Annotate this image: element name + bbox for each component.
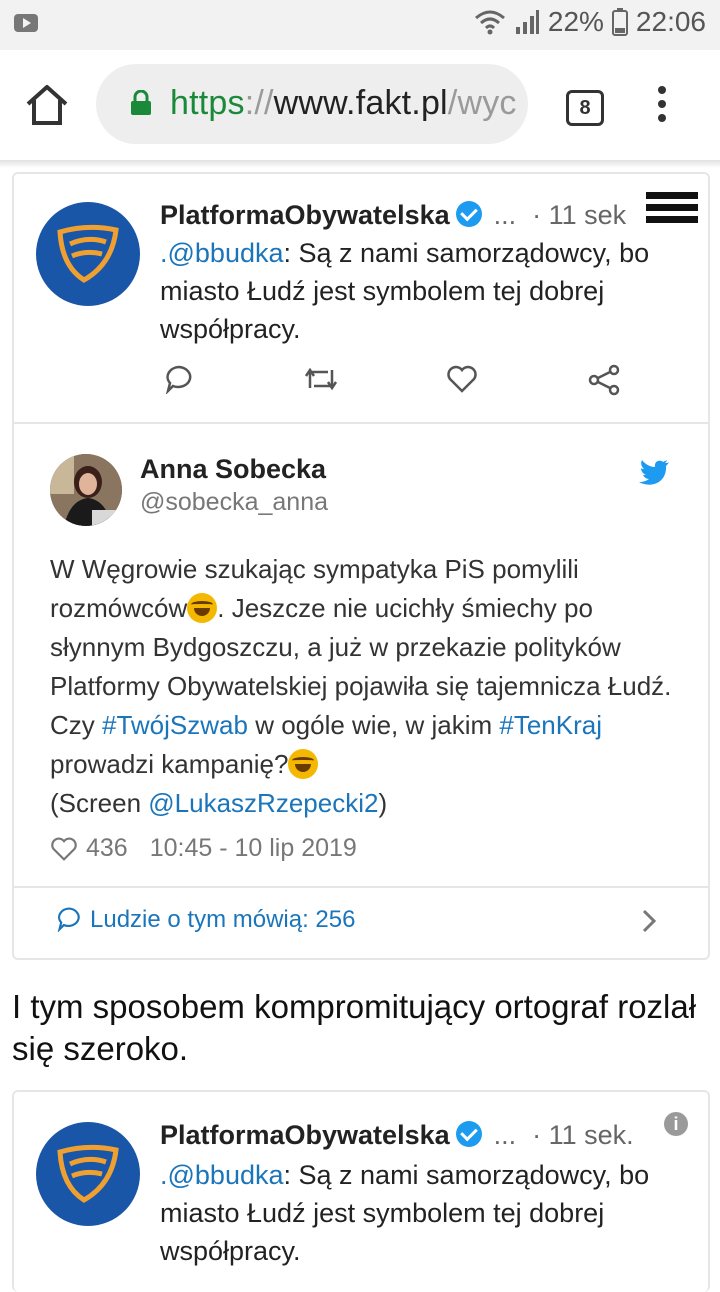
tweet-header: PlatformaObywatelska... · 11 sek. bbox=[160, 1120, 634, 1151]
share-icon[interactable] bbox=[588, 364, 620, 396]
platforma-avatar[interactable] bbox=[36, 202, 140, 306]
info-icon[interactable]: i bbox=[664, 1112, 688, 1136]
article-paragraph: I tym sposobem kompromitujący ortograf r… bbox=[12, 988, 697, 1067]
status-bar: 22% 22:06 bbox=[0, 0, 720, 50]
retweet-icon[interactable] bbox=[304, 364, 338, 394]
author-name[interactable]: PlatformaObywatelska bbox=[160, 1120, 450, 1150]
platforma-logo-icon bbox=[57, 224, 119, 283]
tab-switcher-button[interactable]: 8 bbox=[566, 90, 604, 126]
ellipsis: ... bbox=[493, 200, 517, 230]
tweet-text: .@bbudka: Są z nami samorządowcy, bo mia… bbox=[160, 238, 650, 344]
hashtag-link[interactable]: #TwójSzwab bbox=[102, 710, 248, 740]
home-icon[interactable] bbox=[24, 84, 70, 126]
tweet-header: PlatformaObywatelska... · 11 sek bbox=[160, 200, 626, 231]
url-text: https://www.fakt.pl/wyc bbox=[170, 84, 517, 122]
like-icon[interactable] bbox=[446, 364, 478, 394]
rofl-emoji-icon bbox=[187, 593, 218, 623]
lock-icon bbox=[131, 90, 151, 115]
chevron-right-icon[interactable] bbox=[640, 908, 658, 934]
like-icon[interactable] bbox=[50, 836, 78, 862]
ellipsis: ... bbox=[493, 1120, 517, 1150]
clock: 22:06 bbox=[635, 6, 706, 37]
wifi-icon bbox=[474, 10, 505, 35]
tweet-time[interactable]: · 11 sek bbox=[532, 200, 626, 230]
anna-sobecka-avatar[interactable] bbox=[50, 454, 122, 526]
battery-percent: 22% bbox=[547, 6, 604, 37]
platforma-avatar[interactable] bbox=[36, 1122, 140, 1226]
battery-icon bbox=[611, 8, 628, 36]
mention-link[interactable]: @LukaszRzepecki2 bbox=[148, 788, 378, 818]
comment-icon bbox=[57, 907, 80, 933]
tweet-date[interactable]: 10:45 - 10 lip 2019 bbox=[150, 834, 357, 862]
tweet-time[interactable]: · 11 sek. bbox=[532, 1120, 634, 1150]
redaction-bar-icon bbox=[646, 192, 698, 232]
verified-badge-icon bbox=[455, 1121, 482, 1147]
platforma-logo-icon bbox=[57, 1144, 119, 1203]
reply-icon[interactable] bbox=[164, 364, 194, 394]
people-talking-link[interactable]: Ludzie o tym mówią: 256 bbox=[56, 906, 355, 934]
toolbar-shadow bbox=[0, 160, 720, 168]
tweet-meta: 436 10:45 - 10 lip 2019 bbox=[50, 834, 357, 863]
tweet-text: .@bbudka: Są z nami samorządowcy, bo mia… bbox=[160, 1160, 650, 1266]
embedded-tweet-platforma-2[interactable]: PlatformaObywatelska... · 11 sek. i .@bbu… bbox=[12, 1090, 710, 1292]
rofl-emoji-icon bbox=[288, 749, 319, 779]
author-name[interactable]: PlatformaObywatelska bbox=[160, 200, 450, 230]
mention-link[interactable]: .@bbudka bbox=[160, 238, 284, 268]
like-count: 436 bbox=[86, 834, 128, 862]
overflow-menu-icon[interactable] bbox=[656, 86, 668, 126]
tweet-actions bbox=[164, 364, 664, 404]
signal-icon bbox=[515, 10, 539, 34]
tweet-text: W Węgrowie szukając sympatyka PiS pomyli… bbox=[50, 554, 672, 818]
portrait-image bbox=[50, 454, 122, 526]
author-handle[interactable]: @sobecka_anna bbox=[140, 488, 328, 517]
browser-toolbar: https://www.fakt.pl/wyc 8 bbox=[0, 50, 720, 160]
embedded-tweet-sobecka[interactable]: Anna Sobecka @sobecka_anna W Węgrowie sz… bbox=[12, 422, 710, 960]
mention-link[interactable]: .@bbudka bbox=[160, 1160, 284, 1190]
verified-badge-icon bbox=[455, 201, 482, 227]
embedded-tweet-platforma[interactable]: PlatformaObywatelska... · 11 sek .@bbudka… bbox=[12, 172, 710, 424]
youtube-notification-icon bbox=[14, 14, 38, 32]
divider bbox=[14, 886, 708, 888]
address-bar[interactable]: https://www.fakt.pl/wyc bbox=[96, 64, 528, 144]
hashtag-link[interactable]: #TenKraj bbox=[499, 710, 602, 740]
author-name[interactable]: Anna Sobecka bbox=[140, 454, 326, 485]
twitter-bird-icon[interactable] bbox=[638, 458, 670, 486]
